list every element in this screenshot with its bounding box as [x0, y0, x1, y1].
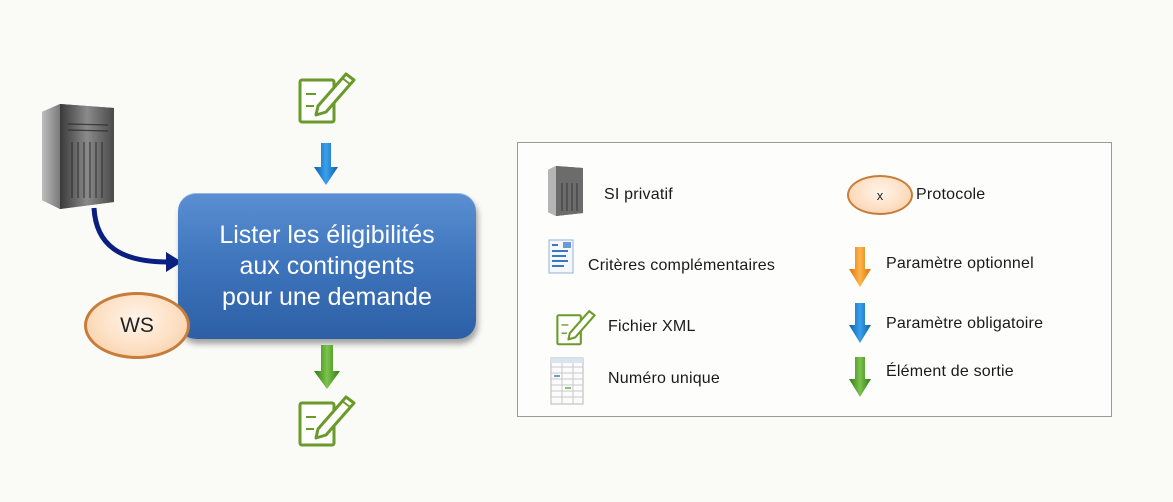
xml-file-pencil-icon [298, 72, 356, 124]
output-element-arrow [849, 357, 871, 397]
legend-label-numero-unique: Numéro unique [608, 370, 720, 387]
mandatory-parameter-arrow [849, 303, 871, 343]
spreadsheet-icon [550, 357, 584, 405]
server-icon [42, 104, 114, 209]
process-label: Lister les éligibilités aux contingents … [219, 220, 435, 311]
criteria-document-icon [548, 239, 574, 274]
server-connector-arrow [91, 207, 182, 272]
legend-label-si-privatif: SI privatif [604, 186, 673, 203]
legend-label-fichier-xml: Fichier XML [608, 318, 696, 335]
xml-file-pencil-icon [298, 395, 356, 447]
legend-label-parametre-optionnel: Paramètre optionnel [886, 255, 1034, 272]
legend-box: SI privatif x Protocole Critères complém… [517, 142, 1112, 417]
legend-protocol-ellipse: x [847, 175, 913, 215]
output-arrow [314, 345, 340, 389]
ws-label: WS [120, 313, 154, 337]
process-box: Lister les éligibilités aux contingents … [178, 193, 476, 339]
legend-label-criteres: Critères complémentaires [588, 257, 776, 274]
legend-label-protocole: Protocole [916, 186, 986, 203]
legend-label-parametre-obligatoire: Paramètre obligatoire [886, 315, 1044, 332]
legend-label-element-sortie: Élément de sortie [886, 363, 1014, 380]
mandatory-input-arrow [314, 143, 338, 185]
protocol-symbol: x [876, 187, 884, 203]
ws-protocol-ellipse: WS [84, 292, 190, 359]
optional-parameter-arrow [849, 247, 871, 287]
xml-file-pencil-icon [556, 310, 596, 346]
server-icon [548, 166, 583, 216]
